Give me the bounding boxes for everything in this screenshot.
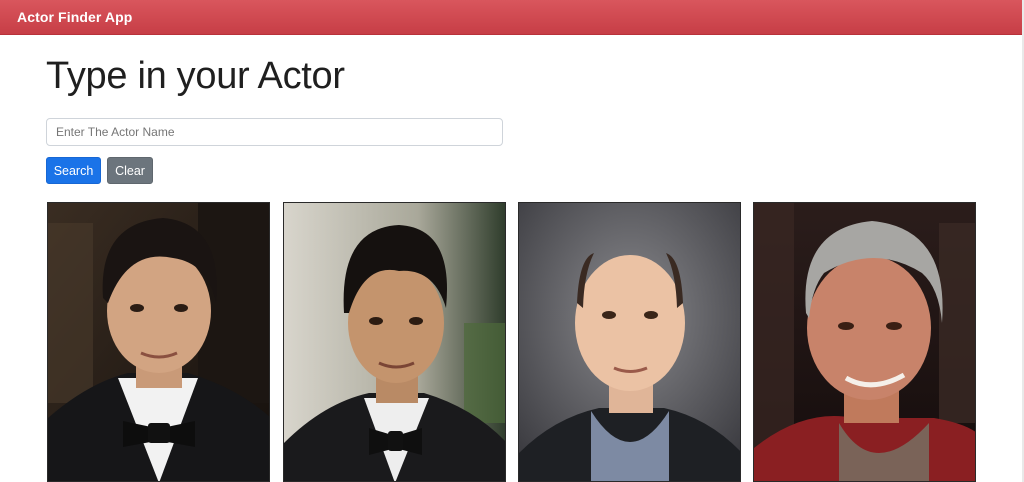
navbar-brand[interactable]: Actor Finder App: [17, 9, 132, 25]
actor-photo-4: [754, 203, 975, 481]
search-button[interactable]: Search: [46, 157, 101, 184]
actor-photo-2: [284, 203, 505, 481]
actor-photo-1: [48, 203, 269, 481]
actor-card-1[interactable]: [47, 202, 270, 482]
page-title: Type in your Actor: [46, 55, 345, 97]
clear-button[interactable]: Clear: [107, 157, 153, 184]
actor-card-3[interactable]: [518, 202, 741, 482]
navbar: Actor Finder App: [0, 0, 1022, 35]
actor-card-2[interactable]: [283, 202, 506, 482]
actor-photo-3: [519, 203, 740, 481]
actor-search-input[interactable]: [46, 118, 503, 146]
actor-card-4[interactable]: [753, 202, 976, 482]
